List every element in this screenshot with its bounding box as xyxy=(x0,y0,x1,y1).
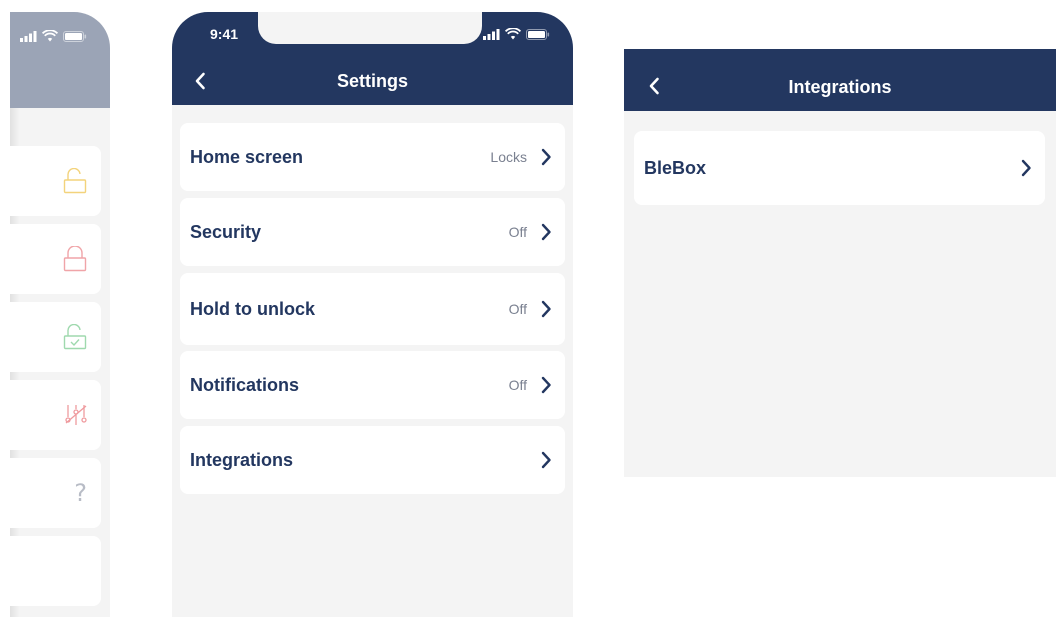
settings-row-security[interactable]: Security Off xyxy=(180,198,565,266)
wifi-icon xyxy=(42,30,58,42)
lock-card-locked[interactable] xyxy=(10,224,101,294)
chevron-right-icon xyxy=(539,223,553,241)
signal-icon xyxy=(483,28,500,40)
home-header xyxy=(10,12,110,108)
help-card[interactable]: ? xyxy=(10,458,101,528)
settings-row-hold-to-unlock[interactable]: Hold to unlock Off xyxy=(180,273,565,345)
home-screen-preview: ? xyxy=(10,12,110,617)
settings-card[interactable] xyxy=(10,380,101,450)
unlocked-check-padlock-icon xyxy=(63,324,87,350)
row-value: Off xyxy=(508,301,527,317)
page-title: Settings xyxy=(336,71,408,91)
status-bar-icons xyxy=(483,28,550,40)
chevron-right-icon xyxy=(539,451,553,469)
locked-padlock-icon xyxy=(63,246,87,272)
help-icon: ? xyxy=(74,479,87,507)
row-label: BleBox xyxy=(644,157,707,178)
battery-icon xyxy=(526,28,550,40)
settings-screen: 9:41 Settings Home screen Locks Security… xyxy=(172,12,573,617)
row-label: Notifications xyxy=(190,374,300,395)
integrations-screen: Integrations BleBox xyxy=(624,49,1056,477)
row-value: Locks xyxy=(490,149,527,165)
row-value: Off xyxy=(508,377,527,393)
status-time: 9:41 xyxy=(210,26,239,42)
wifi-icon xyxy=(505,28,521,40)
unlocked-padlock-icon xyxy=(63,168,87,194)
empty-card[interactable] xyxy=(10,536,101,606)
chevron-right-icon xyxy=(1019,159,1033,177)
status-bar-icons xyxy=(20,30,87,42)
row-label: Hold to unlock xyxy=(190,298,315,319)
integrations-header: Integrations xyxy=(624,49,1056,111)
settings-row-home-screen[interactable]: Home screen Locks xyxy=(180,123,565,191)
chevron-right-icon xyxy=(539,148,553,166)
battery-icon xyxy=(63,30,87,42)
settings-header: 9:41 Settings xyxy=(172,12,573,105)
sliders-settings-icon xyxy=(65,405,87,425)
chevron-right-icon xyxy=(539,300,553,318)
lock-card-unlocked-confirmed[interactable] xyxy=(10,302,101,372)
lock-card-unlocked[interactable] xyxy=(10,146,101,216)
row-label: Security xyxy=(190,221,262,242)
settings-row-notifications[interactable]: Notifications Off xyxy=(180,351,565,419)
integration-row-blebox[interactable]: BleBox xyxy=(634,131,1045,205)
row-label: Integrations xyxy=(190,449,294,470)
row-label: Home screen xyxy=(190,146,304,167)
page-title: Integrations xyxy=(788,77,892,97)
chevron-right-icon xyxy=(539,376,553,394)
settings-row-integrations[interactable]: Integrations xyxy=(180,426,565,494)
phone-notch xyxy=(258,12,482,44)
signal-icon xyxy=(20,30,37,42)
row-value: Off xyxy=(508,224,527,240)
